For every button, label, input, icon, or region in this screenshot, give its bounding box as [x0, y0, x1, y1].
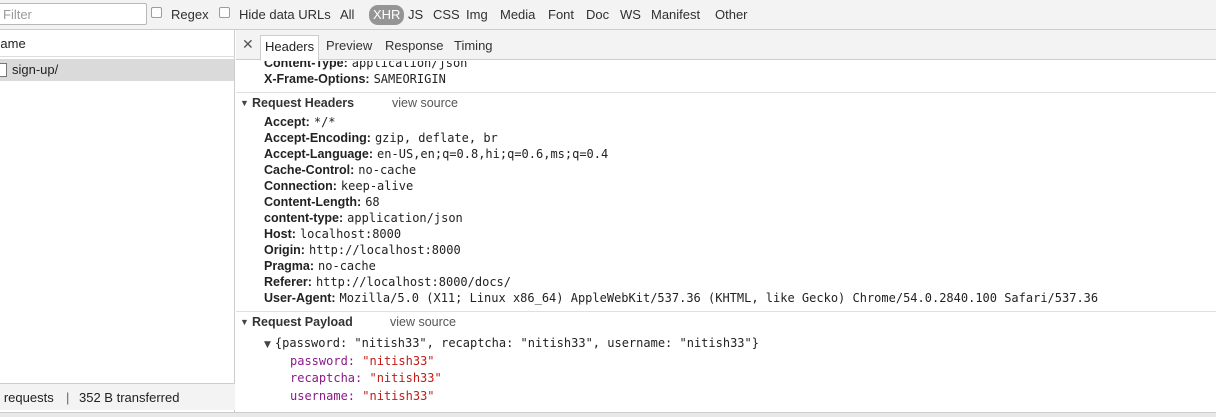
request-header-line: Host: localhost:8000 — [264, 226, 401, 242]
summary-separator: | — [66, 390, 70, 405]
request-header-line: Accept: */* — [264, 114, 336, 130]
request-row-sign-up[interactable]: sign-up/ — [0, 59, 234, 81]
headers-content: Content-Type: application/json X-Frame-Op… — [236, 61, 1216, 412]
header-key: Accept: — [264, 115, 310, 129]
drawer-edge — [0, 412, 1216, 417]
expand-triangle-icon: ▼ — [240, 317, 249, 327]
type-filter-manifest[interactable]: Manifest — [651, 5, 700, 25]
header-key: Accept-Encoding: — [264, 131, 371, 145]
response-header-line: X-Frame-Options: SAMEORIGIN — [264, 71, 446, 87]
header-value: application/json — [351, 61, 468, 70]
type-filter-font[interactable]: Font — [548, 5, 574, 25]
request-header-line: Origin: http://localhost:8000 — [264, 242, 461, 258]
payload-field: password: "nitish33" — [290, 353, 435, 370]
header-key: X-Frame-Options: — [264, 72, 370, 86]
payload-key: password: — [290, 354, 356, 368]
header-value: Mozilla/5.0 (X11; Linux x86_64) AppleWeb… — [339, 291, 1099, 305]
status-summary: 1 requests | 352 B transferred — [0, 383, 235, 410]
header-value: */* — [313, 115, 336, 129]
header-value: 68 — [365, 195, 380, 209]
name-column-header-label: Name — [0, 36, 26, 51]
header-value: http://localhost:8000/docs/ — [315, 275, 512, 289]
header-value: en-US,en;q=0.8,hi;q=0.6,ms;q=0.4 — [377, 147, 609, 161]
header-key: Connection: — [264, 179, 337, 193]
request-name: sign-up/ — [12, 62, 59, 77]
type-filter-img[interactable]: Img — [466, 5, 488, 25]
request-payload-view-source-link[interactable]: view source — [390, 314, 456, 330]
document-icon — [0, 63, 7, 77]
header-key: Referer: — [264, 275, 312, 289]
request-header-line: Referer: http://localhost:8000/docs/ — [264, 274, 511, 290]
type-filter-js[interactable]: JS — [408, 5, 423, 25]
regex-checkbox[interactable] — [151, 7, 162, 18]
detail-tabbar: ✕ Headers Preview Response Timing — [236, 30, 1216, 61]
expand-triangle-icon: ▼ — [240, 98, 249, 108]
response-header-line: Content-Type: application/json — [264, 61, 467, 71]
header-key: Host: — [264, 227, 296, 241]
tab-timing[interactable]: Timing — [450, 35, 497, 61]
summary-requests: 1 requests — [0, 390, 54, 405]
request-list-pane: Name sign-up/ 1 requests | 352 B transfe… — [0, 30, 235, 417]
request-headers-title: Request Headers — [252, 96, 355, 110]
request-header-line: Cache-Control: no-cache — [264, 162, 416, 178]
name-column-header[interactable]: Name — [0, 30, 235, 57]
request-payload-section-header[interactable]: ▼ Request Payload view source — [236, 311, 1216, 331]
header-key: User-Agent: — [264, 291, 336, 305]
header-value: keep-alive — [340, 179, 414, 193]
header-key: Content-Type: — [264, 61, 348, 70]
type-filter-xhr[interactable]: XHR — [369, 5, 405, 25]
tab-headers[interactable]: Headers — [260, 35, 320, 61]
payload-object-summary[interactable]: ▼ {password: "nitish33", recaptcha: "niti… — [264, 335, 759, 351]
header-key: Content-Length: — [264, 195, 362, 209]
tab-response[interactable]: Response — [381, 35, 448, 61]
type-filter-all[interactable]: All — [340, 5, 354, 25]
header-value: no-cache — [358, 163, 417, 177]
close-icon[interactable]: ✕ — [242, 35, 254, 53]
request-header-line: Content-Length: 68 — [264, 194, 380, 210]
type-filter-media[interactable]: Media — [500, 5, 535, 25]
request-payload-title: Request Payload — [252, 315, 353, 329]
request-headers-section-header[interactable]: ▼ Request Headers view source — [236, 92, 1216, 112]
type-filter-other[interactable]: Other — [715, 5, 748, 25]
regex-label: Regex — [171, 7, 209, 22]
payload-field: username: "nitish33" — [290, 388, 435, 405]
filter-toolbar: Regex Hide data URLs All XHR JS CSS Img … — [0, 0, 1216, 30]
request-header-line: content-type: application/json — [264, 210, 463, 226]
hide-data-urls-label: Hide data URLs — [239, 7, 331, 22]
header-key: Accept-Language: — [264, 147, 374, 161]
request-headers-view-source-link[interactable]: view source — [392, 95, 458, 111]
request-header-line: User-Agent: Mozilla/5.0 (X11; Linux x86_6… — [264, 290, 1098, 306]
payload-value: "nitish33" — [362, 389, 435, 403]
expand-triangle-icon: ▼ — [264, 340, 271, 350]
payload-value: "nitish33" — [369, 371, 442, 385]
tab-preview[interactable]: Preview — [322, 35, 376, 61]
header-value: http://localhost:8000 — [308, 243, 461, 257]
header-value: application/json — [347, 211, 463, 225]
type-filter-ws[interactable]: WS — [620, 5, 641, 25]
payload-key: recaptcha: — [290, 371, 363, 385]
request-header-line: Accept-Encoding: gzip, deflate, br — [264, 130, 498, 146]
type-filter-css[interactable]: CSS — [433, 5, 460, 25]
header-key: Origin: — [264, 243, 305, 257]
summary-transferred: 352 B transferred — [79, 390, 180, 405]
header-key: Pragma: — [264, 259, 315, 273]
type-filter-doc[interactable]: Doc — [586, 5, 609, 25]
header-value: SAMEORIGIN — [373, 72, 446, 86]
request-header-line: Pragma: no-cache — [264, 258, 376, 274]
request-detail-pane: ✕ Headers Preview Response Timing Conten… — [236, 30, 1216, 412]
header-key: content-type: — [264, 211, 344, 225]
request-header-line: Connection: keep-alive — [264, 178, 413, 194]
filter-input[interactable] — [0, 3, 147, 25]
payload-value: "nitish33" — [362, 354, 435, 368]
header-key: Cache-Control: — [264, 163, 355, 177]
payload-key: username: — [290, 389, 356, 403]
payload-summary-text: {password: "nitish33", recaptcha: "nitis… — [274, 336, 759, 350]
header-value: gzip, deflate, br — [374, 131, 498, 145]
header-value: no-cache — [318, 259, 376, 273]
request-header-line: Accept-Language: en-US,en;q=0.8,hi;q=0.6,… — [264, 146, 608, 162]
hide-data-urls-checkbox[interactable] — [219, 7, 230, 18]
payload-field: recaptcha: "nitish33" — [290, 370, 442, 387]
header-value: localhost:8000 — [299, 227, 402, 241]
